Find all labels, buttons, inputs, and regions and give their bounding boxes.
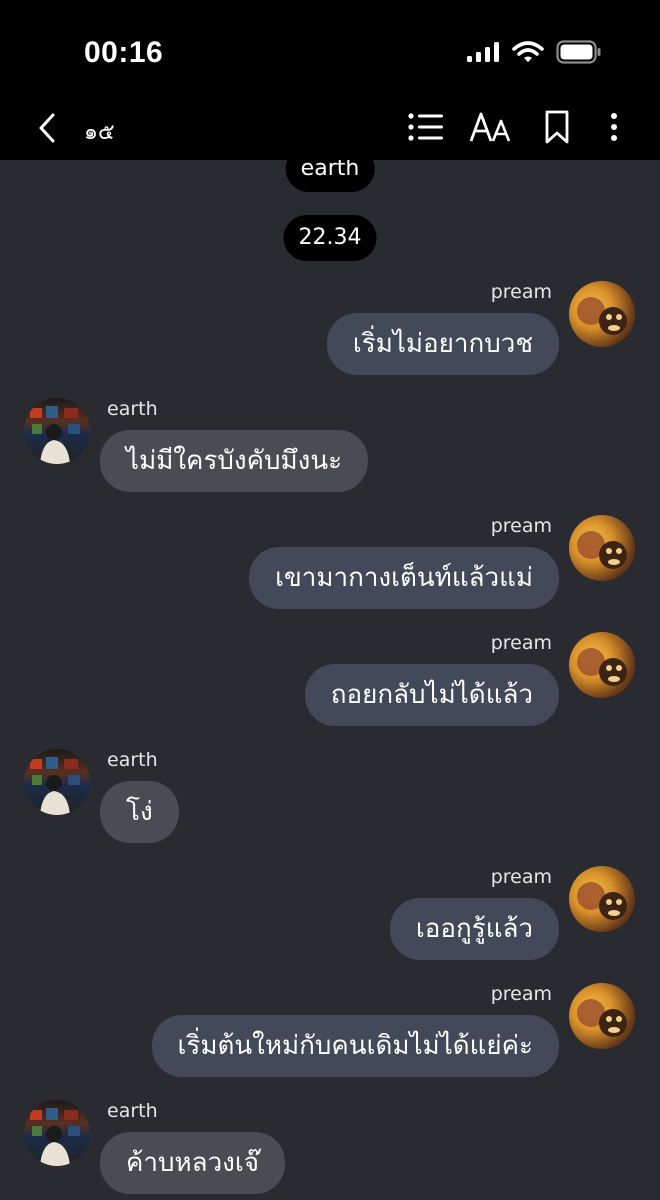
avatar-photo — [577, 297, 627, 335]
avatar-photo — [30, 1108, 80, 1166]
avatar[interactable] — [569, 983, 635, 1049]
message-bubble[interactable]: เออกูรู้แล้ว — [389, 898, 559, 960]
sender-name: pream — [490, 632, 552, 654]
cellular-signal-icon — [466, 41, 500, 68]
bookmark-icon — [544, 110, 570, 149]
status-icons — [466, 40, 602, 69]
text-size-icon — [469, 111, 513, 148]
message-bubble[interactable]: โง่ — [100, 781, 179, 843]
back-button[interactable] — [32, 110, 62, 150]
list-icon — [408, 112, 444, 147]
message-bubble[interactable]: ถอยกลับไม่ได้แล้ว — [304, 664, 559, 726]
message-bubble[interactable]: เขามากางเต็นท์แล้วแม่ — [249, 547, 559, 609]
sender-pill: earth — [285, 160, 375, 192]
message-bubble[interactable]: เริ่มไม่อยากบวช — [326, 313, 559, 375]
avatar-photo — [30, 757, 80, 815]
sender-name: pream — [490, 515, 552, 537]
avatar-photo — [577, 531, 627, 569]
avatar-photo — [577, 882, 627, 920]
status-time: 00:16 — [84, 36, 164, 69]
sender-name: earth — [107, 749, 158, 771]
avatar[interactable] — [24, 398, 90, 464]
avatar[interactable] — [24, 749, 90, 815]
sender-name: earth — [107, 398, 158, 420]
sender-name: earth — [107, 1100, 158, 1122]
message-bubble[interactable]: ค้าบหลวงเจ๊ — [100, 1132, 285, 1194]
sender-name: pream — [490, 281, 552, 303]
avatar-photo — [577, 648, 627, 686]
avatar-photo — [30, 406, 80, 464]
avatar[interactable] — [569, 515, 635, 581]
timestamp-pill: 22.34 — [283, 215, 377, 261]
wifi-icon — [512, 40, 544, 69]
avatar[interactable] — [569, 281, 635, 347]
toc-button[interactable] — [404, 106, 448, 152]
message-bubble[interactable]: ไม่มีใครบังคับมึงนะ — [100, 430, 369, 492]
avatar-photo — [577, 999, 627, 1037]
avatar[interactable] — [569, 866, 635, 932]
more-button[interactable] — [600, 106, 628, 152]
chevron-left-icon — [37, 112, 57, 149]
message-bubble[interactable]: เริ่มต้นใหม่กับคนเดิมไม่ได้แย่ค่ะ — [151, 1015, 559, 1077]
avatar[interactable] — [569, 632, 635, 698]
chat-area: earth 22.34 pream เริ่มไม่อยากบวช earth … — [0, 160, 660, 1200]
more-vertical-icon — [610, 112, 618, 147]
sender-name: pream — [490, 983, 552, 1005]
battery-icon — [556, 40, 602, 69]
avatar[interactable] — [24, 1100, 90, 1166]
sender-name: pream — [490, 866, 552, 888]
chapter-title: ๑๕ — [84, 120, 115, 145]
font-size-button[interactable] — [468, 106, 514, 152]
nav-bar: ๑๕ — [0, 98, 660, 160]
bookmark-button[interactable] — [540, 106, 574, 152]
status-bar: 00:16 — [0, 0, 660, 98]
